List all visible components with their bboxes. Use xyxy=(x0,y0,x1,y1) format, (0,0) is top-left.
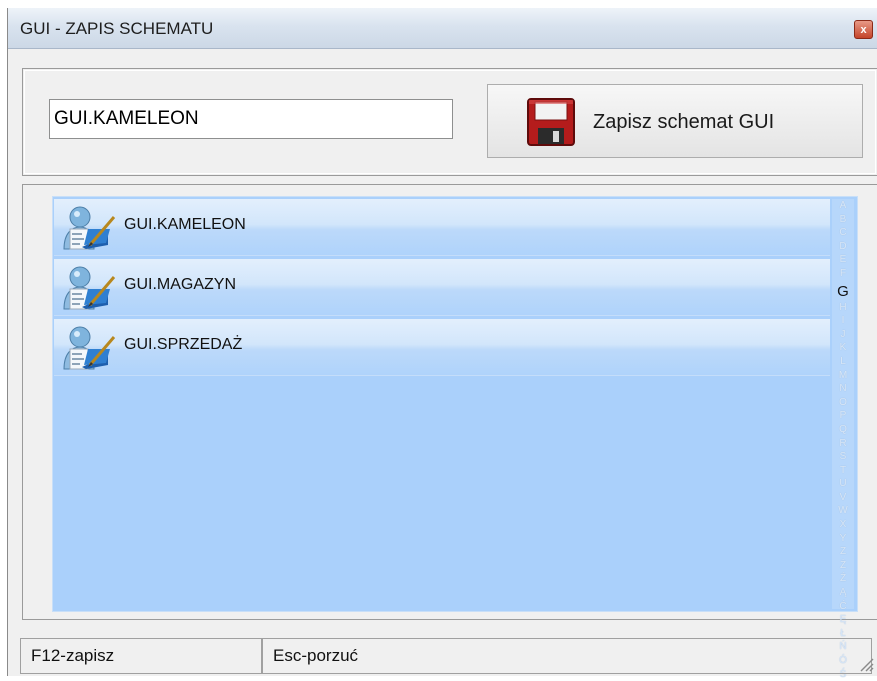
alphabet-letter[interactable]: Ż xyxy=(840,559,846,573)
floppy-disk-icon xyxy=(527,98,575,146)
alphabet-letter[interactable]: O xyxy=(839,396,847,410)
title-bar[interactable]: GUI - ZAPIS SCHEMATU x xyxy=(8,8,877,49)
save-form-panel: Zapisz schemat GUI xyxy=(22,68,877,176)
alphabet-letter[interactable]: K xyxy=(840,341,847,355)
alphabet-letter[interactable]: Ę xyxy=(840,613,847,627)
alphabet-letter[interactable]: W xyxy=(838,504,847,518)
alphabet-letter[interactable]: Q xyxy=(839,423,847,437)
alphabet-letter[interactable]: V xyxy=(840,491,847,505)
alphabet-letter[interactable]: B xyxy=(840,213,847,227)
alphabet-letter[interactable]: F xyxy=(840,267,846,281)
alphabet-letter[interactable]: N xyxy=(839,382,846,396)
alphabet-index[interactable]: ABCDEFGHIJKLMNOPQRSTUVWXYZŻŹĄĆĘŁŃÓŚ xyxy=(832,199,854,680)
list-item-label: GUI.SPRZEDAŻ xyxy=(124,336,243,353)
status-bar: F12-zapisz Esc-porzuć xyxy=(8,636,877,676)
window-title: GUI - ZAPIS SCHEMATU xyxy=(20,19,214,38)
schema-list[interactable]: GUI.KAMELEON GUI.MAGAZYN GUI.SPRZEDAŻ A … xyxy=(52,196,858,680)
alphabet-letter[interactable]: L xyxy=(840,355,846,369)
alphabet-letter[interactable]: E xyxy=(840,253,847,267)
alphabet-letter[interactable]: S xyxy=(840,450,847,464)
alphabet-letter[interactable]: C xyxy=(839,226,846,240)
user-edit-icon xyxy=(63,206,116,250)
alphabet-letter[interactable]: P xyxy=(840,409,847,423)
alphabet-letter[interactable]: H xyxy=(839,301,846,315)
user-edit-icon xyxy=(63,266,116,310)
alphabet-letter[interactable]: M xyxy=(839,369,847,383)
alphabet-letter[interactable]: Z xyxy=(840,545,846,559)
save-button-label: Zapisz schemat GUI xyxy=(593,111,775,133)
schema-list-panel: GUI.KAMELEON GUI.MAGAZYN GUI.SPRZEDAŻ A … xyxy=(22,184,877,680)
close-icon: x xyxy=(860,23,867,36)
alphabet-letter[interactable]: Ź xyxy=(840,572,846,586)
alphabet-letter[interactable]: D xyxy=(839,240,846,254)
alphabet-letter[interactable]: Ą xyxy=(840,586,847,600)
alphabet-letter[interactable]: A xyxy=(840,199,847,213)
dialog-window: GUI - ZAPIS SCHEMATU x Zapisz schemat GU… xyxy=(7,8,877,680)
user-edit-icon xyxy=(63,326,116,370)
list-item-label: GUI.KAMELEON xyxy=(124,216,246,233)
list-item-label: GUI.MAGAZYN xyxy=(124,276,237,293)
list-item[interactable]: GUI.KAMELEON xyxy=(54,199,830,256)
alphabet-letter[interactable]: I xyxy=(842,314,845,328)
list-item[interactable]: GUI.MAGAZYN xyxy=(54,259,830,316)
save-schema-button[interactable]: Zapisz schemat GUI xyxy=(487,84,863,158)
resize-grip-icon[interactable] xyxy=(858,656,874,672)
status-hint-cancel: Esc-porzuć xyxy=(262,638,872,674)
close-button[interactable]: x xyxy=(854,20,873,39)
list-item[interactable]: GUI.SPRZEDAŻ xyxy=(54,319,830,376)
alphabet-letter[interactable]: T xyxy=(840,464,846,478)
alphabet-letter[interactable]: R xyxy=(839,437,846,451)
alphabet-letter[interactable]: Y xyxy=(840,532,847,546)
alphabet-letter[interactable]: U xyxy=(839,477,846,491)
alphabet-letter[interactable]: X xyxy=(840,518,847,532)
alphabet-letter-active[interactable]: G xyxy=(837,284,849,299)
status-hint-save: F12-zapisz xyxy=(20,638,262,674)
alphabet-letter[interactable]: J xyxy=(841,328,846,342)
alphabet-letter[interactable]: Ć xyxy=(839,600,846,614)
schema-name-input[interactable] xyxy=(49,99,453,139)
